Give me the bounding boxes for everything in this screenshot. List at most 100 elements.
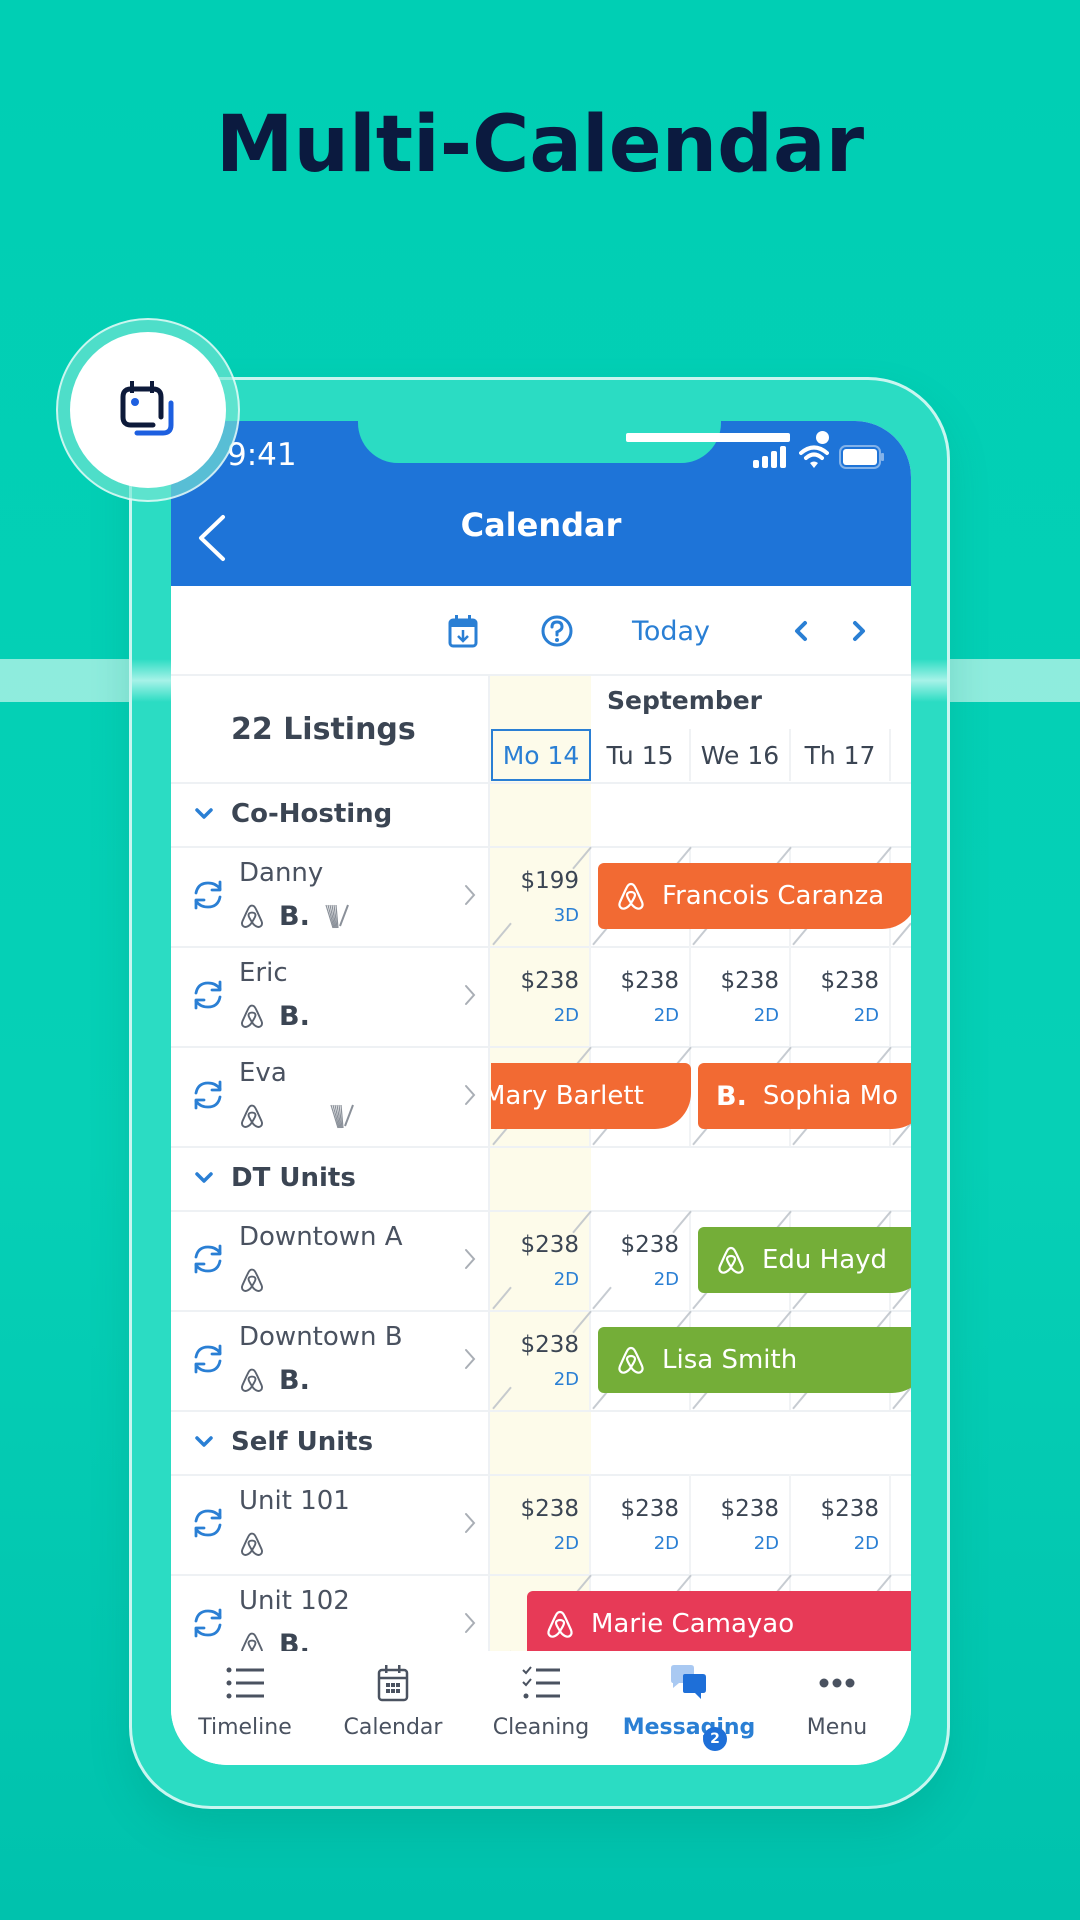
chevron-right-icon[interactable] [462, 1246, 478, 1272]
booking-com-icon: B. [279, 900, 310, 932]
reservation-bar[interactable]: Mary Barlett [491, 1063, 691, 1129]
chevron-right-icon[interactable] [462, 1082, 478, 1108]
channel-icons [239, 1100, 357, 1132]
calendar-icon [377, 1663, 409, 1703]
reservation-bar[interactable]: Edu Hayd [698, 1227, 911, 1293]
sync-icon[interactable] [191, 1342, 225, 1376]
chevron-left-icon [795, 621, 807, 641]
day-cell[interactable] [591, 946, 691, 1046]
list-icon [226, 1663, 264, 1703]
tab-timeline[interactable]: Timeline [171, 1651, 319, 1765]
listing-row[interactable]: Eva [171, 1046, 490, 1146]
guest-name: Marie Camayao [591, 1609, 795, 1639]
airbnb-icon [241, 1368, 263, 1392]
chevron-right-icon[interactable] [462, 1610, 478, 1636]
day-cell[interactable] [791, 946, 891, 1046]
chevron-right-icon[interactable] [462, 882, 478, 908]
day-header[interactable]: We 16 [691, 729, 791, 781]
group-toggle[interactable] [171, 1436, 231, 1448]
app-header: 9:41 Calendar [171, 421, 911, 586]
tab-messaging[interactable]: Messaging 2 [615, 1651, 763, 1765]
sync-icon[interactable] [191, 878, 225, 912]
day-cell[interactable] [691, 946, 791, 1046]
day-cell[interactable] [591, 1210, 691, 1310]
sync-icon[interactable] [191, 978, 225, 1012]
day-cell[interactable] [891, 1474, 911, 1574]
checklist-icon [522, 1663, 560, 1703]
nightly-price: $238 [720, 1496, 779, 1522]
next-week-button[interactable] [839, 586, 879, 676]
day-header[interactable]: T [891, 729, 911, 781]
group-toggle[interactable] [171, 1172, 231, 1184]
airbnb-icon [241, 1532, 263, 1556]
sync-icon[interactable] [191, 1078, 225, 1112]
group-name: Self Units [231, 1427, 374, 1457]
day-cell[interactable] [491, 946, 591, 1046]
group-header[interactable]: Co-Hosting [171, 782, 490, 846]
sync-icon[interactable] [191, 1242, 225, 1276]
chevron-right-icon[interactable] [462, 1346, 478, 1372]
airbnb-icon [241, 1268, 263, 1292]
nightly-price: $238 [520, 1232, 579, 1258]
min-stay: 2D [553, 1005, 579, 1026]
booking-com-icon: B. [279, 1628, 310, 1652]
reservation-bar[interactable]: B. Sophia Mo [698, 1063, 911, 1129]
chat-bubbles-icon [669, 1663, 709, 1703]
more-horizontal-icon [818, 1663, 856, 1703]
reservation-bar[interactable]: Francois Caranza [598, 863, 911, 929]
today-button[interactable]: Today [621, 586, 721, 676]
reservation-bar[interactable]: Lisa Smith [598, 1327, 911, 1393]
channel-icons: B. [239, 1364, 310, 1396]
help-circle-icon [541, 615, 573, 647]
back-button[interactable] [193, 513, 233, 563]
channel-icons: B. [239, 1000, 310, 1032]
listing-row[interactable]: Unit 101 [171, 1474, 490, 1574]
day-cell[interactable] [491, 1474, 591, 1574]
airbnb-icon [718, 1246, 744, 1274]
day-cell[interactable] [491, 1210, 591, 1310]
day-header[interactable]: Mo 14 [491, 729, 591, 781]
listing-row[interactable]: Downtown A [171, 1210, 490, 1310]
chevron-down-icon [195, 1172, 213, 1183]
title-bar: Calendar [171, 463, 911, 586]
day-cell[interactable] [791, 1474, 891, 1574]
airbnb-icon [241, 1632, 263, 1651]
tab-calendar[interactable]: Calendar [319, 1651, 467, 1765]
tab-cleaning[interactable]: Cleaning [467, 1651, 615, 1765]
chevron-right-icon[interactable] [462, 1510, 478, 1536]
nightly-price: $238 [520, 1496, 579, 1522]
listing-row[interactable]: Danny B. [171, 846, 490, 946]
day-header[interactable]: Th 17 [791, 729, 891, 781]
booking-com-icon: B. [716, 1080, 747, 1112]
reservation-bar[interactable]: Marie Camayao [527, 1591, 911, 1651]
day-cell[interactable] [491, 1310, 591, 1410]
guest-name: Mary Barlett [491, 1081, 644, 1111]
day-header[interactable]: Tu 15 [591, 729, 691, 781]
guest-name: Lisa Smith [662, 1345, 798, 1375]
day-cell[interactable] [591, 1474, 691, 1574]
group-toggle[interactable] [171, 808, 231, 820]
channel-icons: B. [239, 900, 352, 932]
previous-week-button[interactable] [781, 586, 821, 676]
listing-row[interactable]: Downtown B B. [171, 1310, 490, 1410]
listing-name: Downtown A [239, 1222, 403, 1252]
sync-icon[interactable] [191, 1606, 225, 1640]
day-cell[interactable] [491, 846, 591, 946]
export-calendar-button[interactable] [441, 586, 485, 676]
listing-row[interactable]: Eric B. [171, 946, 490, 1046]
group-header[interactable]: DT Units [171, 1146, 490, 1210]
group-header[interactable]: Self Units [171, 1410, 490, 1474]
help-button[interactable] [535, 586, 579, 676]
day-cell[interactable] [891, 946, 911, 1046]
day-cell[interactable] [691, 1474, 791, 1574]
tab-menu[interactable]: Menu [763, 1651, 911, 1765]
page-title: Calendar [460, 505, 622, 544]
multi-calendar-icon [120, 381, 174, 436]
listing-row[interactable]: Unit 102 B. [171, 1574, 490, 1651]
listings-count: 22 Listings [231, 711, 416, 747]
guest-name: Francois Caranza [662, 881, 885, 911]
bottom-tab-bar: Timeline Calendar Cleaning Messaging 2 Menu [171, 1651, 911, 1765]
chevron-right-icon[interactable] [462, 982, 478, 1008]
min-stay: 2D [753, 1005, 779, 1026]
sync-icon[interactable] [191, 1506, 225, 1540]
